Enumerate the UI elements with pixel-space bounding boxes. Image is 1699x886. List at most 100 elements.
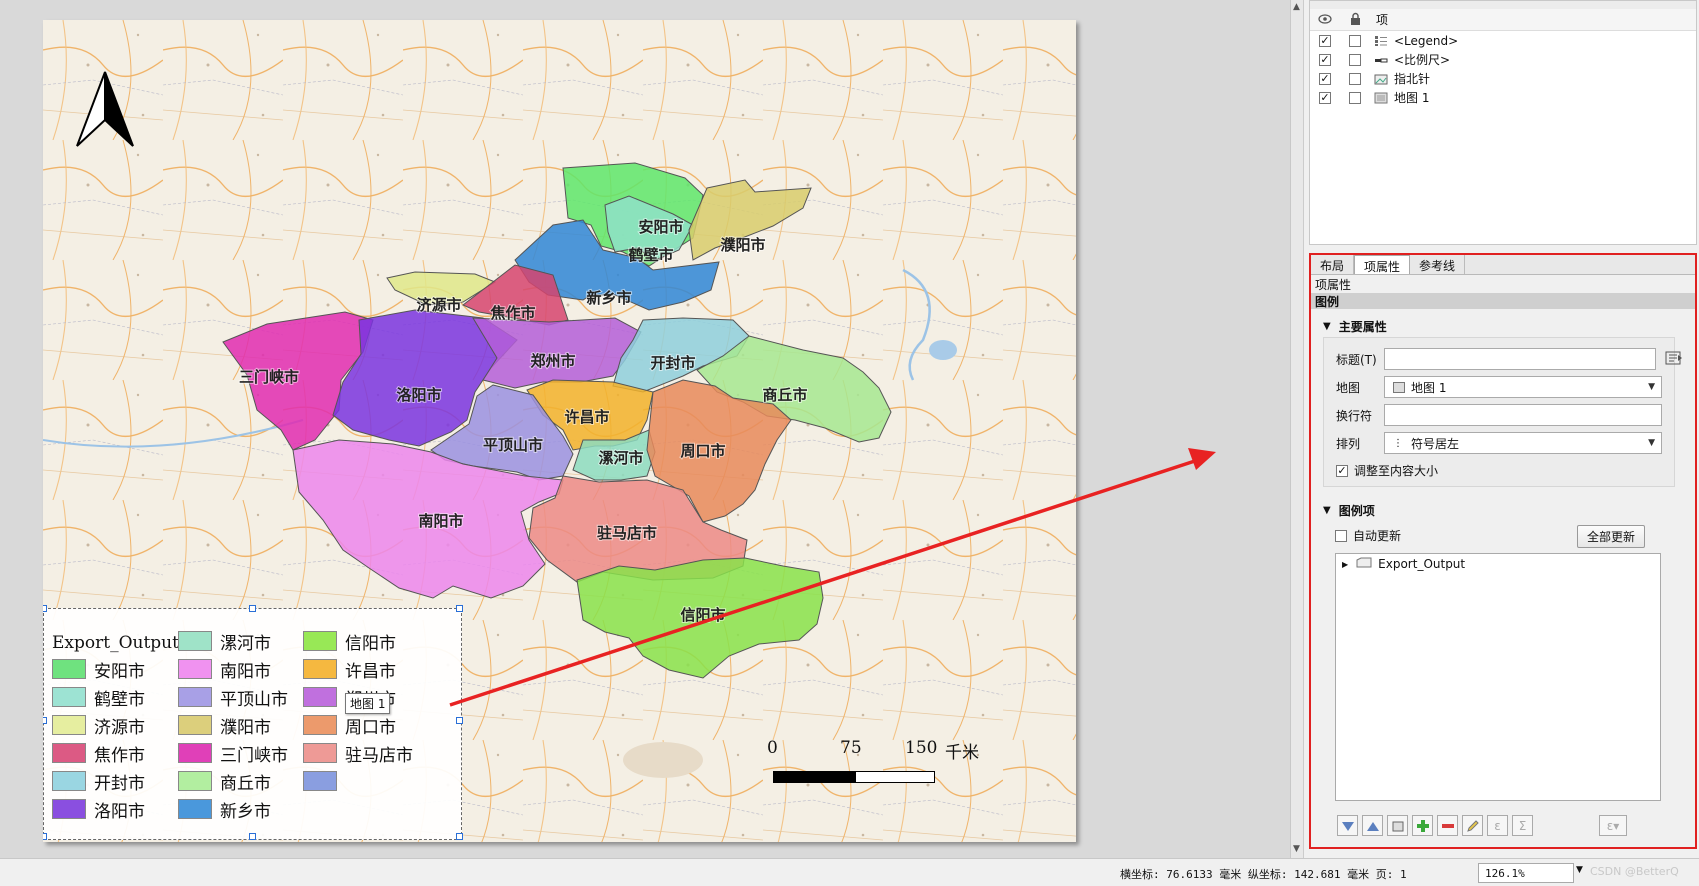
scale-segment-white [855, 771, 935, 783]
collapse-triangle-icon[interactable]: ▼ [1323, 505, 1331, 516]
scroll-up-icon[interactable]: ▲ [1293, 2, 1300, 12]
add-item-icon[interactable] [1412, 815, 1433, 836]
group-main-properties[interactable]: ▼ 主要属性 [1311, 315, 1695, 337]
lock-checkbox[interactable] [1349, 53, 1361, 66]
legend-entry: 商丘市 [178, 767, 271, 795]
visibility-checkbox[interactable]: ✓ [1319, 72, 1331, 85]
visibility-cell: ✓ [1310, 72, 1340, 85]
wrap-input[interactable] [1384, 404, 1662, 426]
chevron-down-icon[interactable]: ▼ [1576, 865, 1583, 875]
resize-handle[interactable] [249, 605, 256, 612]
legend-swatch [52, 687, 86, 707]
legend-item-frame[interactable]: Export_Output 安阳市 鹤壁市 济源市 焦作市 开封市 洛阳市 漯河市 南阳市 平顶… [43, 605, 463, 840]
move-down-icon[interactable] [1337, 815, 1358, 836]
dock-scrollbar[interactable]: ▲ ▼ [1291, 0, 1304, 858]
update-all-button[interactable]: 全部更新 [1577, 525, 1646, 548]
sum-icon[interactable]: Σ [1512, 815, 1533, 836]
lock-checkbox[interactable] [1349, 72, 1361, 85]
lock-icon[interactable] [1340, 12, 1370, 28]
title-row: 标题(T) [1336, 348, 1684, 370]
city-label: 三门峡市 [239, 368, 299, 386]
legend-icon [1374, 35, 1388, 47]
arrange-select[interactable]: ⋮ 符号居左 ▼ [1384, 432, 1662, 454]
tab-guides[interactable]: 参考线 [1410, 255, 1466, 274]
items-table-header: 项 [1310, 9, 1696, 31]
auto-update-row: 自动更新 [1335, 527, 1401, 544]
dock-tabs: 布局 项属性 参考线 [1311, 255, 1695, 275]
lock-checkbox[interactable] [1349, 34, 1361, 47]
city-label: 漯河市 [598, 449, 643, 467]
chevron-down-icon[interactable]: ▼ [1648, 438, 1655, 448]
legend-title: Export_Output [52, 633, 179, 653]
legend-entry-label: 焦作市 [94, 745, 145, 766]
lock-checkbox[interactable] [1349, 91, 1361, 104]
legend-items-body: 自动更新 全部更新 ▶ Export_Output ε Σ ε▾ [1323, 521, 1675, 846]
resize-handle[interactable] [456, 833, 463, 840]
eye-icon[interactable] [1310, 13, 1340, 27]
group-legend-items[interactable]: ▼ 图例项 [1311, 499, 1695, 521]
legend-entry: 平顶山市 [178, 683, 288, 711]
city-label: 鹤壁市 [628, 246, 673, 264]
visibility-checkbox[interactable]: ✓ [1319, 53, 1331, 66]
tree-row[interactable]: ▶ Export_Output [1336, 554, 1660, 574]
items-row[interactable]: ✓ <Legend> [1310, 31, 1696, 50]
visibility-checkbox[interactable]: ✓ [1319, 91, 1331, 104]
map-row: 地图 地图 1 ▼ [1336, 376, 1662, 398]
zoom-combobox[interactable]: 126.1% [1478, 863, 1574, 883]
layout-page[interactable]: 安阳市 鹤壁市 濮阳市 新乡市 济源市 焦作市 三门峡市 洛阳市 郑州市 开封市… [43, 20, 1076, 842]
resize-handle[interactable] [456, 605, 463, 612]
legend-entry-label: 信阳市 [345, 633, 396, 654]
items-row[interactable]: ✓ <比例尺> [1310, 50, 1696, 69]
items-row[interactable]: ✓ 指北针 [1310, 69, 1696, 88]
legend-entry: 新乡市 [178, 795, 271, 823]
tree-root-label: Export_Output [1378, 557, 1466, 571]
remove-item-icon[interactable] [1437, 815, 1458, 836]
north-arrow-icon[interactable] [73, 68, 137, 148]
layer-group-icon [1356, 557, 1372, 571]
scroll-down-icon[interactable]: ▼ [1293, 844, 1300, 854]
arrange-select-value: 符号居左 [1411, 436, 1460, 451]
filter-expression-icon[interactable]: ε▾ [1599, 815, 1627, 836]
visibility-checkbox[interactable]: ✓ [1319, 34, 1331, 47]
legend-swatch [303, 743, 337, 763]
items-row[interactable]: ✓ 地图 1 [1310, 88, 1696, 107]
legend-entry-label: 许昌市 [345, 661, 396, 682]
chevron-down-icon[interactable]: ▼ [1648, 382, 1655, 392]
map-select[interactable]: 地图 1 ▼ [1384, 376, 1662, 398]
resize-handle[interactable] [43, 605, 47, 612]
title-input[interactable] [1384, 348, 1656, 370]
collapse-triangle-icon[interactable]: ▼ [1323, 321, 1331, 332]
tab-layout[interactable]: 布局 [1311, 255, 1355, 274]
legend-entry: 鹤壁市 [52, 683, 145, 711]
scale-bar[interactable]: 0 75 150 千米 [767, 738, 1013, 808]
panel-title: 项属性 [1315, 277, 1352, 292]
legend-entry: 开封市 [52, 767, 145, 795]
resize-handle[interactable] [43, 717, 47, 724]
expression-icon[interactable]: ε [1487, 815, 1508, 836]
resize-checkbox[interactable]: ✓ [1336, 464, 1348, 477]
resize-handle[interactable] [43, 833, 47, 840]
legend-entry: 济源市 [52, 711, 145, 739]
legend-entry-label: 开封市 [94, 773, 145, 794]
auto-update-checkbox[interactable] [1335, 529, 1347, 542]
legend-entry-label: 漯河市 [220, 633, 271, 654]
status-bar: 横坐标: 76.6133 毫米 纵坐标: 142.681 毫米 页: 1 126… [0, 858, 1699, 886]
tab-item-properties[interactable]: 项属性 [1354, 255, 1411, 274]
legend-tree-view[interactable]: ▶ Export_Output [1335, 553, 1661, 801]
legend-swatch [52, 799, 86, 819]
map-label: 地图 [1336, 380, 1361, 395]
auto-update-label: 自动更新 [1353, 529, 1402, 543]
item-label: 地图 1 [1394, 91, 1430, 105]
legend-entry-label: 鹤壁市 [94, 689, 145, 710]
resize-handle[interactable] [456, 717, 463, 724]
layout-canvas[interactable]: 安阳市 鹤壁市 濮阳市 新乡市 济源市 焦作市 三门峡市 洛阳市 郑州市 开封市… [0, 0, 1290, 858]
expand-arrow-icon[interactable]: ▶ [1342, 560, 1348, 569]
move-up-icon[interactable] [1362, 815, 1383, 836]
add-group-icon[interactable] [1387, 815, 1408, 836]
lock-cell [1340, 53, 1370, 66]
map-item-icon [1393, 381, 1405, 393]
resize-handle[interactable] [249, 833, 256, 840]
expression-editor-icon[interactable] [1664, 350, 1684, 369]
city-label: 开封市 [650, 354, 695, 372]
edit-item-icon[interactable] [1462, 815, 1483, 836]
